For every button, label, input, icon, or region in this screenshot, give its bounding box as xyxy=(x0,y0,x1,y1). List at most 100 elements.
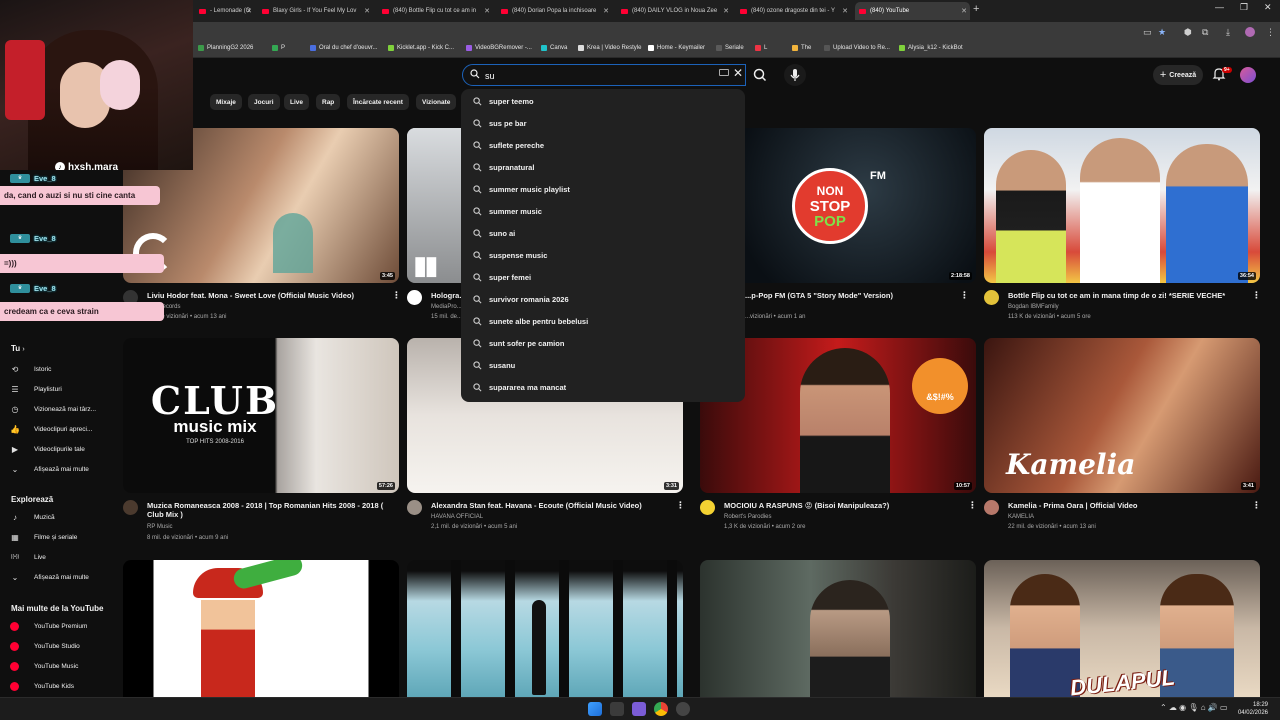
channel-name[interactable]: Robert's Parodies xyxy=(724,514,772,520)
bookmark-item[interactable]: Canva xyxy=(541,45,567,51)
create-button[interactable]: + Creează xyxy=(1153,65,1203,85)
clear-search-icon[interactable]: ✕ xyxy=(733,66,743,80)
search-suggestion[interactable]: sus pe bar xyxy=(461,112,745,134)
video-title[interactable]: Bottle Flip cu tot ce am in mana timp de… xyxy=(1008,291,1248,300)
sidebar-item[interactable]: ▶ Videoclipurile tale xyxy=(10,440,85,458)
profile-icon[interactable] xyxy=(1245,27,1255,37)
chrome-icon[interactable] xyxy=(654,702,668,716)
video-title[interactable]: Alexandra Stan feat. Havana - Ecoute (Of… xyxy=(431,501,671,510)
channel-avatar[interactable] xyxy=(407,500,422,515)
video-thumbnail[interactable] xyxy=(700,560,976,697)
browser-tab[interactable]: (840) ozone dragoste din tei - Y ✕ xyxy=(736,2,851,20)
bookmark-item[interactable]: L xyxy=(755,45,767,51)
close-tab-icon[interactable]: ✕ xyxy=(484,7,490,15)
bookmark-item[interactable]: Kicklet.app - Kick C... xyxy=(388,45,454,51)
system-clock[interactable]: 18:29 04/02/2026 xyxy=(1238,701,1268,717)
cast-icon[interactable]: ▭ xyxy=(1143,27,1152,38)
bookmark-item[interactable]: Upload Video to Re... xyxy=(824,45,890,51)
voice-search-button[interactable] xyxy=(784,64,806,86)
bookmark-item[interactable]: Oral du chef d'oeuvr... xyxy=(310,45,378,51)
browser-tab[interactable]: - Lemonade (O ✕ xyxy=(195,2,255,20)
browser-tab[interactable]: (840) DAILY VLOG in Noua Zee ✕ xyxy=(617,2,732,20)
channel-avatar[interactable] xyxy=(407,290,422,305)
video-thumbnail[interactable] xyxy=(123,560,399,697)
sidebar-item[interactable]: YouTube Premium xyxy=(10,617,87,635)
bookmark-item[interactable]: VideoBGRemover -... xyxy=(466,45,532,51)
maximize-icon[interactable]: ❐ xyxy=(1240,2,1248,13)
sidebar-item[interactable]: YouTube Studio xyxy=(10,637,80,655)
video-thumbnail[interactable]: 36:54 xyxy=(984,128,1260,283)
search-suggestion[interactable]: suno ai xyxy=(461,222,745,244)
video-title[interactable]: ...p-Pop FM (GTA 5 "Story Mode" Version) xyxy=(745,291,955,300)
sidebar-item[interactable]: ((•)) Live xyxy=(10,548,46,566)
video-title[interactable]: MOCIOIU A RASPUNS 😡 (Bisoi Manipuleaza?) xyxy=(724,501,964,510)
search-suggestion[interactable]: super teemo xyxy=(461,90,745,112)
app-icon[interactable] xyxy=(676,702,690,716)
channel-name[interactable]: KAMELIA xyxy=(1008,514,1034,520)
new-tab-button[interactable]: + xyxy=(973,3,979,15)
sidebar-item[interactable]: YouTube Kids xyxy=(10,677,74,695)
channel-avatar[interactable] xyxy=(984,290,999,305)
sidebar-item[interactable]: 👍 Videoclipuri apreci... xyxy=(10,420,92,438)
bookmark-item[interactable]: PlanningG2 2026 xyxy=(198,45,253,51)
sidebar-item[interactable]: ⟲ Istoric xyxy=(10,360,52,378)
sidebar-item[interactable]: ⌄ Afișează mai multe xyxy=(10,460,89,478)
keyboard-icon[interactable] xyxy=(719,69,729,76)
video-title[interactable]: Kamelia - Prima Oara | Official Video xyxy=(1008,501,1248,510)
close-window-icon[interactable]: ✕ xyxy=(1264,2,1272,13)
pause-icon[interactable]: ▮▮ xyxy=(413,250,439,281)
search-suggestion[interactable]: summer music xyxy=(461,200,745,222)
search-suggestion[interactable]: super femei xyxy=(461,266,745,288)
more-options-icon[interactable]: ⋮ xyxy=(968,500,977,511)
search-suggestion[interactable]: summer music playlist xyxy=(461,178,745,200)
close-tab-icon[interactable]: ✕ xyxy=(603,7,609,15)
search-suggestion[interactable]: survivor romania 2026 xyxy=(461,288,745,310)
channel-name[interactable]: MediaPro... xyxy=(431,304,462,310)
filter-chip[interactable]: Încărcate recent xyxy=(347,94,409,110)
more-options-icon[interactable]: ⋮ xyxy=(960,290,969,301)
search-suggestion[interactable]: supranatural xyxy=(461,156,745,178)
close-tab-icon[interactable]: ✕ xyxy=(842,7,848,15)
bookmark-star-icon[interactable]: ★ xyxy=(1158,27,1166,38)
browser-tab[interactable]: (840) Bottle Flip cu tot ce am in ✕ xyxy=(378,2,493,20)
browser-tab[interactable]: (840) Dorian Popa la inchisoare ✕ xyxy=(497,2,612,20)
channel-name[interactable]: Bogdan IBMFamily xyxy=(1008,304,1059,310)
filter-chip[interactable]: Vizionate xyxy=(416,94,457,110)
browser-tab[interactable]: (840) YouTube ✕ xyxy=(855,2,970,20)
video-thumbnail[interactable]: DULAPUL xyxy=(984,560,1260,697)
search-suggestion[interactable]: susanu xyxy=(461,354,745,376)
tray-icons[interactable]: ⌃ ☁ ◉ 🎙 ⌂ 🔊 ▭ xyxy=(1160,703,1228,712)
video-thumbnail[interactable]: CLUB music mix TOP HITS 2008-2016 57:26 xyxy=(123,338,399,493)
sidebar-you-header[interactable]: Tu › xyxy=(11,344,25,353)
channel-avatar[interactable] xyxy=(984,500,999,515)
sidebar-item[interactable]: ◷ Vizionează mai târz... xyxy=(10,400,97,418)
search-suggestion[interactable]: supararea ma mancat xyxy=(461,376,745,398)
close-tab-icon[interactable]: ✕ xyxy=(364,7,370,15)
search-suggestion[interactable]: suspense music xyxy=(461,244,745,266)
search-input[interactable] xyxy=(485,69,685,82)
minimize-icon[interactable]: — xyxy=(1215,2,1224,12)
search-box[interactable]: ✕ xyxy=(462,64,746,86)
sidebar-item[interactable]: ♪ Muzică xyxy=(10,508,55,526)
sidebar-item[interactable]: ☰ Playlisturi xyxy=(10,380,61,398)
bookmark-item[interactable]: P xyxy=(272,45,285,51)
bookmark-item[interactable]: Krea | Video Restyle xyxy=(578,45,641,51)
account-avatar[interactable] xyxy=(1240,67,1256,83)
sidebar-item[interactable]: YouTube Music xyxy=(10,657,78,675)
video-thumbnail[interactable] xyxy=(407,560,683,697)
file-explorer-icon[interactable] xyxy=(610,702,624,716)
more-options-icon[interactable]: ⋮ xyxy=(676,500,685,511)
search-suggestion[interactable]: sunete albe pentru bebelusi xyxy=(461,310,745,332)
app-icon[interactable] xyxy=(632,702,646,716)
bookmark-item[interactable]: Home - Keymailer xyxy=(648,45,705,51)
close-tab-icon[interactable]: ✕ xyxy=(723,7,729,15)
bookmark-item[interactable]: The xyxy=(792,45,811,51)
filter-chip[interactable]: Rap xyxy=(316,94,341,110)
channel-avatar[interactable] xyxy=(700,500,715,515)
sidebar-item[interactable]: ⌄ Afișează mai multe xyxy=(10,568,89,586)
extension-icon[interactable]: ⬢ xyxy=(1184,27,1192,38)
download-icon[interactable]: ⤓ xyxy=(1226,27,1230,38)
search-button[interactable] xyxy=(746,64,774,86)
sidebar-item[interactable]: ▦ Filme și seriale xyxy=(10,528,77,546)
extensions-puzzle-icon[interactable]: ⧉ xyxy=(1202,27,1208,38)
